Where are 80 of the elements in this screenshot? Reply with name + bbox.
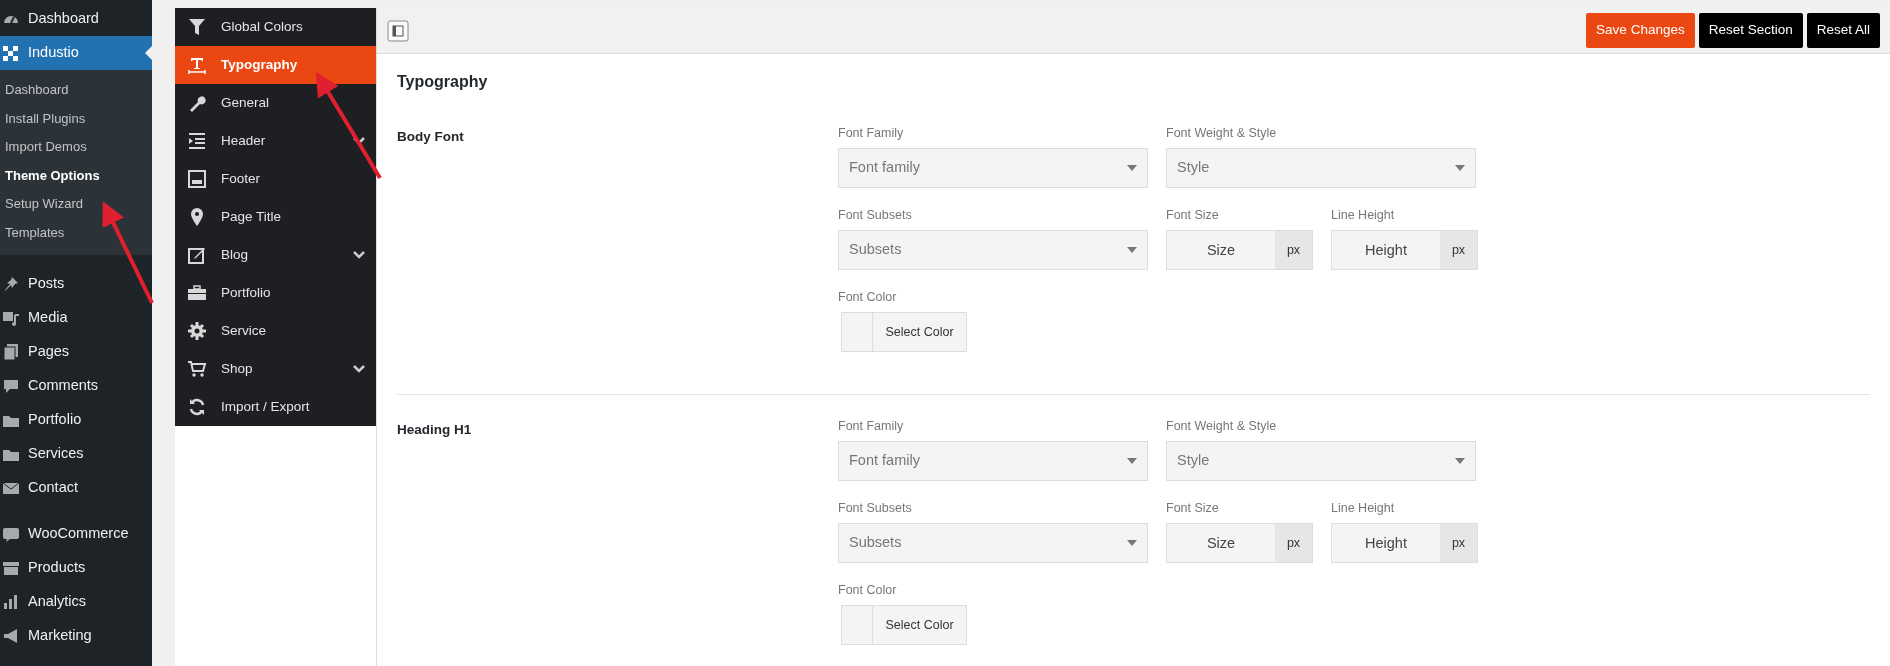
options-nav-item[interactable]: Blog <box>175 236 376 274</box>
color-picker-button[interactable]: Select Color <box>841 312 967 352</box>
menu-item[interactable]: Analytics <box>0 585 152 619</box>
cart-icon <box>187 359 207 379</box>
gear-icon <box>187 321 207 341</box>
menu-item[interactable]: Portfolio <box>0 403 152 437</box>
field-label: Font Color <box>838 289 898 304</box>
bar-chart-icon <box>2 593 20 611</box>
dropdown-arrow-icon <box>1455 165 1465 171</box>
options-nav-item[interactable]: Global Colors <box>175 8 376 46</box>
field-label: Font Color <box>838 582 898 597</box>
edit-icon <box>187 245 207 265</box>
field-label: Line Height <box>1331 500 1396 515</box>
funnel-icon <box>187 17 207 37</box>
dropdown-arrow-icon <box>1127 165 1137 171</box>
speech-bubble-icon <box>2 525 20 543</box>
submenu-item[interactable]: Templates <box>0 218 152 247</box>
pin-icon <box>2 275 20 293</box>
menu-item[interactable]: Comments <box>0 369 152 403</box>
toolbar-button[interactable]: Reset All <box>1806 13 1880 48</box>
field-label: Font Weight & Style <box>1166 418 1278 433</box>
color-picker-button[interactable]: Select Color <box>841 605 967 645</box>
menu-item[interactable]: Posts <box>0 267 152 301</box>
text-type-icon <box>187 55 207 75</box>
dropdown-arrow-icon <box>1127 540 1137 546</box>
submenu-item[interactable]: Theme Options <box>0 161 152 190</box>
menu-item[interactable]: Services <box>0 437 152 471</box>
field-label: Font Subsets <box>838 207 913 222</box>
menu-item[interactable]: Industio <box>0 36 152 70</box>
section-title: Body Font <box>397 128 465 146</box>
layout-toggle-icon[interactable] <box>387 19 409 42</box>
options-nav-item[interactable]: Import / Export <box>175 388 376 426</box>
speech-bubble-icon <box>2 377 20 395</box>
dropdown-field[interactable]: Style <box>1166 148 1476 188</box>
field-label: Font Family <box>838 125 905 140</box>
megaphone-icon <box>2 627 20 645</box>
media-icon <box>2 309 20 327</box>
options-nav-item[interactable]: Header <box>175 122 376 160</box>
checker-logo-icon <box>2 44 20 62</box>
menu-item[interactable]: Media <box>0 301 152 335</box>
options-nav-item[interactable]: Footer <box>175 160 376 198</box>
menu-item[interactable]: Marketing <box>0 619 152 653</box>
field-label: Font Subsets <box>838 500 913 515</box>
briefcase-icon <box>187 283 207 303</box>
menu-item[interactable]: Products <box>0 551 152 585</box>
field-label: Line Height <box>1331 207 1396 222</box>
options-nav-item[interactable]: Typography <box>175 46 376 84</box>
submenu-item[interactable]: Import Demos <box>0 133 152 162</box>
field-label: Font Weight & Style <box>1166 125 1278 140</box>
layout-icon <box>187 169 207 189</box>
dropdown-field[interactable]: Style <box>1166 441 1476 481</box>
menu-item[interactable]: Dashboard <box>0 2 152 36</box>
refresh-icon <box>187 397 207 417</box>
page-title: Typography <box>397 72 489 92</box>
submenu-item[interactable]: Install Plugins <box>0 104 152 133</box>
menu-item[interactable]: Pages <box>0 335 152 369</box>
dropdown-arrow-icon <box>1455 458 1465 464</box>
toolbar-button[interactable]: Reset Section <box>1698 13 1803 48</box>
section-title: Heading H1 <box>397 421 473 439</box>
submenu-item[interactable]: Dashboard <box>0 76 152 105</box>
dropdown-arrow-icon <box>1127 247 1137 253</box>
dropdown-field[interactable]: Subsets <box>838 523 1148 563</box>
field-label: Font Family <box>838 418 905 433</box>
menu-item[interactable]: WooCommerce <box>0 517 152 551</box>
options-nav-item[interactable]: Service <box>175 312 376 350</box>
box-icon <box>2 559 20 577</box>
submenu-item[interactable]: Setup Wizard <box>0 190 152 219</box>
options-nav-item[interactable]: General <box>175 84 376 122</box>
indent-icon <box>187 131 207 151</box>
field-label: Font Size <box>1166 207 1220 222</box>
menu-item[interactable]: Contact <box>0 471 152 505</box>
toolbar-button[interactable]: Save Changes <box>1586 13 1695 48</box>
field-label: Font Size <box>1166 500 1220 515</box>
dropdown-field[interactable]: Subsets <box>838 230 1148 270</box>
dropdown-field[interactable]: Font family <box>838 441 1148 481</box>
options-nav-item[interactable]: Shop <box>175 350 376 388</box>
options-nav-item[interactable]: Portfolio <box>175 274 376 312</box>
dropdown-arrow-icon <box>1127 458 1137 464</box>
options-nav-item[interactable]: Page Title <box>175 198 376 236</box>
dropdown-field[interactable]: Font family <box>838 148 1148 188</box>
